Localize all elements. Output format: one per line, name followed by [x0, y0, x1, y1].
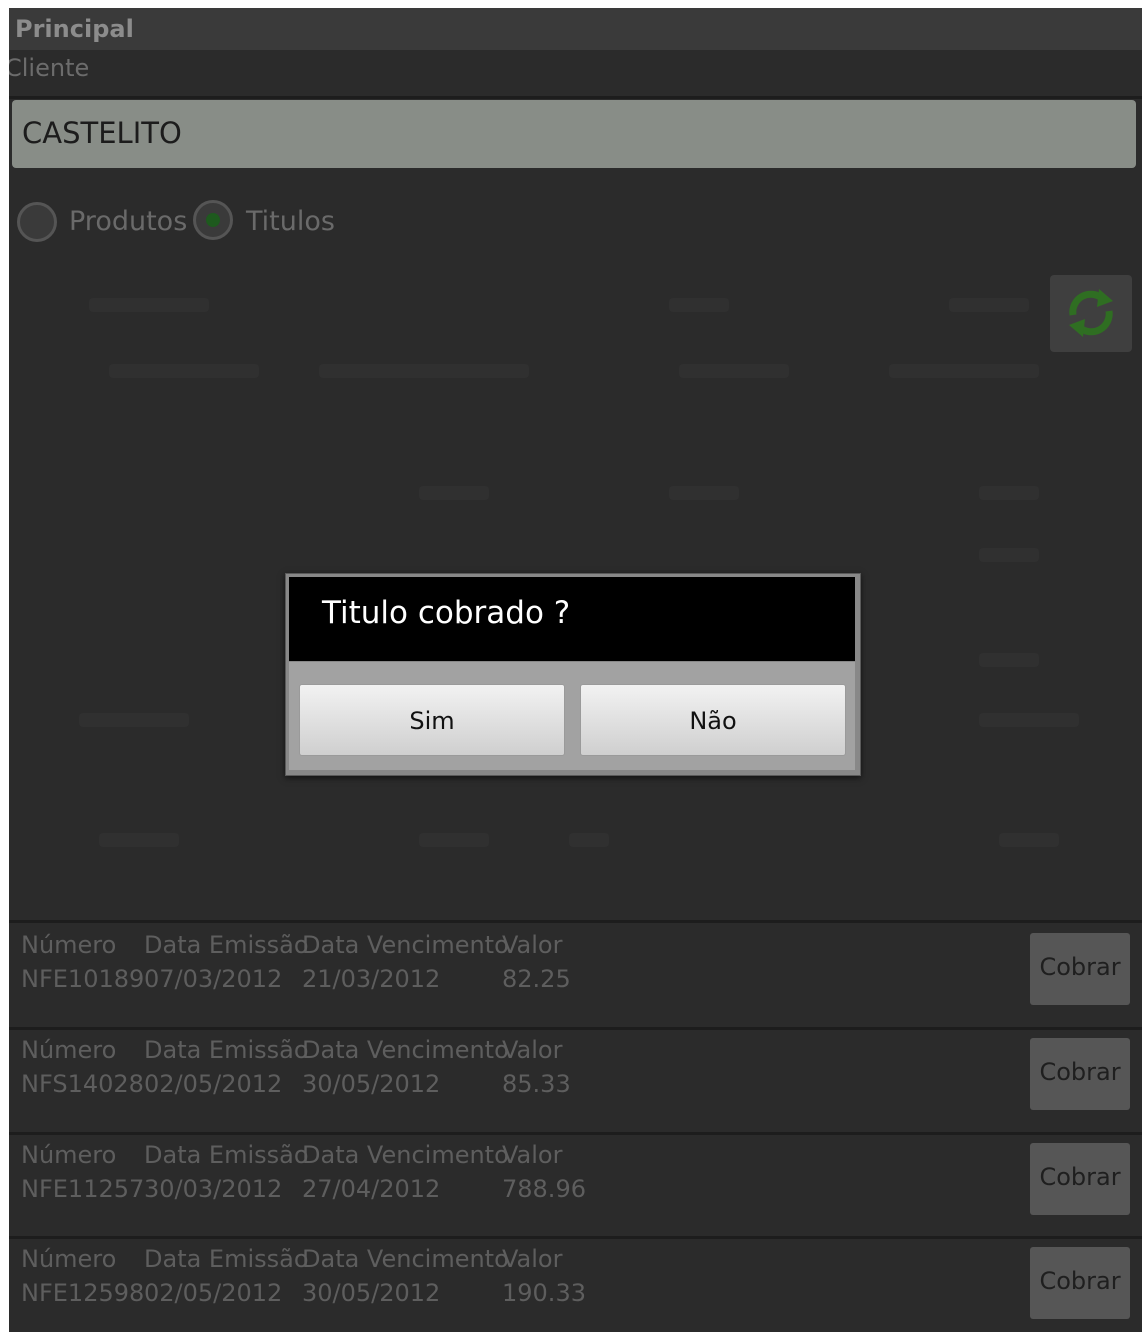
col-emissao-label: Data Emissão [144, 931, 309, 959]
app-title: Principal [15, 15, 134, 43]
col-emissao-label: Data Emissão [144, 1036, 309, 1064]
faded-content [889, 364, 1039, 378]
cobrar-button[interactable]: Cobrar [1030, 1247, 1130, 1319]
cobrar-button-label: Cobrar [1039, 1163, 1121, 1191]
col-vencimento-label: Data Vencimento [302, 1141, 509, 1169]
divider [9, 920, 1142, 923]
col-numero-label: Número [21, 931, 117, 959]
col-vencimento-label: Data Vencimento [302, 931, 509, 959]
faded-content [109, 364, 259, 378]
row-emissao: 02/05/2012 [144, 1070, 283, 1098]
cobrar-button[interactable]: Cobrar [1030, 1038, 1130, 1110]
faded-content [99, 833, 179, 847]
col-valor-label: Valor [502, 1245, 563, 1273]
faded-content [679, 364, 789, 378]
faded-content [319, 364, 529, 378]
faded-content [79, 713, 189, 727]
col-numero-label: Número [21, 1036, 117, 1064]
row-numero: NFE11257 [21, 1175, 145, 1203]
cobrar-button[interactable]: Cobrar [1030, 933, 1130, 1005]
row-numero: NFS14028 [21, 1070, 144, 1098]
dialog-title: Titulo cobrado ? [322, 595, 571, 631]
list-item: Número Data Emissão Data Vencimento Valo… [9, 1135, 1142, 1235]
faded-content [569, 833, 609, 847]
dialog-title-bar: Titulo cobrado ? [289, 577, 855, 661]
confirm-dialog: Titulo cobrado ? Sim Não [285, 573, 861, 776]
col-vencimento-label: Data Vencimento [302, 1245, 509, 1273]
row-vencimento: 30/05/2012 [302, 1070, 441, 1098]
faded-content [89, 298, 209, 312]
col-numero-label: Número [21, 1141, 117, 1169]
row-numero: NFE10189 [21, 965, 145, 993]
list-item: Número Data Emissão Data Vencimento Valo… [9, 925, 1142, 1025]
faded-content [979, 653, 1039, 667]
row-emissao: 30/03/2012 [144, 1175, 283, 1203]
faded-content [669, 486, 739, 500]
nao-button-label: Não [689, 707, 737, 735]
list-item: Número Data Emissão Data Vencimento Valo… [9, 1030, 1142, 1130]
divider [9, 96, 1142, 99]
row-valor: 190.33 [502, 1279, 586, 1307]
col-valor-label: Valor [502, 1141, 563, 1169]
col-vencimento-label: Data Vencimento [302, 1036, 509, 1064]
cliente-field[interactable]: CASTELITO [12, 100, 1136, 168]
row-emissao: 07/03/2012 [144, 965, 283, 993]
faded-content [979, 486, 1039, 500]
col-valor-label: Valor [502, 1036, 563, 1064]
cobrar-button[interactable]: Cobrar [1030, 1143, 1130, 1215]
faded-content [949, 298, 1029, 312]
radio-titulos[interactable] [193, 200, 233, 240]
col-emissao-label: Data Emissão [144, 1141, 309, 1169]
row-valor: 85.33 [502, 1070, 571, 1098]
col-numero-label: Número [21, 1245, 117, 1273]
col-valor-label: Valor [502, 931, 563, 959]
faded-content [979, 713, 1079, 727]
nao-button[interactable]: Não [580, 684, 846, 756]
row-emissao: 02/05/2012 [144, 1279, 283, 1307]
faded-content [419, 833, 489, 847]
radio-selected-dot [206, 213, 220, 227]
row-vencimento: 21/03/2012 [302, 965, 441, 993]
cobrar-button-label: Cobrar [1039, 953, 1121, 981]
faded-content [979, 548, 1039, 562]
row-vencimento: 30/05/2012 [302, 1279, 441, 1307]
refresh-button[interactable] [1050, 275, 1132, 352]
title-bar: Principal [9, 8, 1142, 50]
row-numero: NFE12598 [21, 1279, 145, 1307]
sim-button[interactable]: Sim [299, 684, 565, 756]
cobrar-button-label: Cobrar [1039, 1058, 1121, 1086]
radio-produtos[interactable] [17, 202, 57, 242]
row-vencimento: 27/04/2012 [302, 1175, 441, 1203]
radio-produtos-label[interactable]: Produtos [69, 206, 187, 237]
radio-titulos-label[interactable]: Titulos [246, 206, 335, 237]
faded-content [999, 833, 1059, 847]
sim-button-label: Sim [409, 707, 455, 735]
row-valor: 788.96 [502, 1175, 586, 1203]
col-emissao-label: Data Emissão [144, 1245, 309, 1273]
cliente-label: Cliente [9, 54, 90, 82]
row-valor: 82.25 [502, 965, 571, 993]
list-item: Número Data Emissão Data Vencimento Valo… [9, 1239, 1142, 1332]
cobrar-button-label: Cobrar [1039, 1267, 1121, 1295]
faded-content [419, 486, 489, 500]
faded-content [669, 298, 729, 312]
cliente-value: CASTELITO [22, 116, 182, 150]
